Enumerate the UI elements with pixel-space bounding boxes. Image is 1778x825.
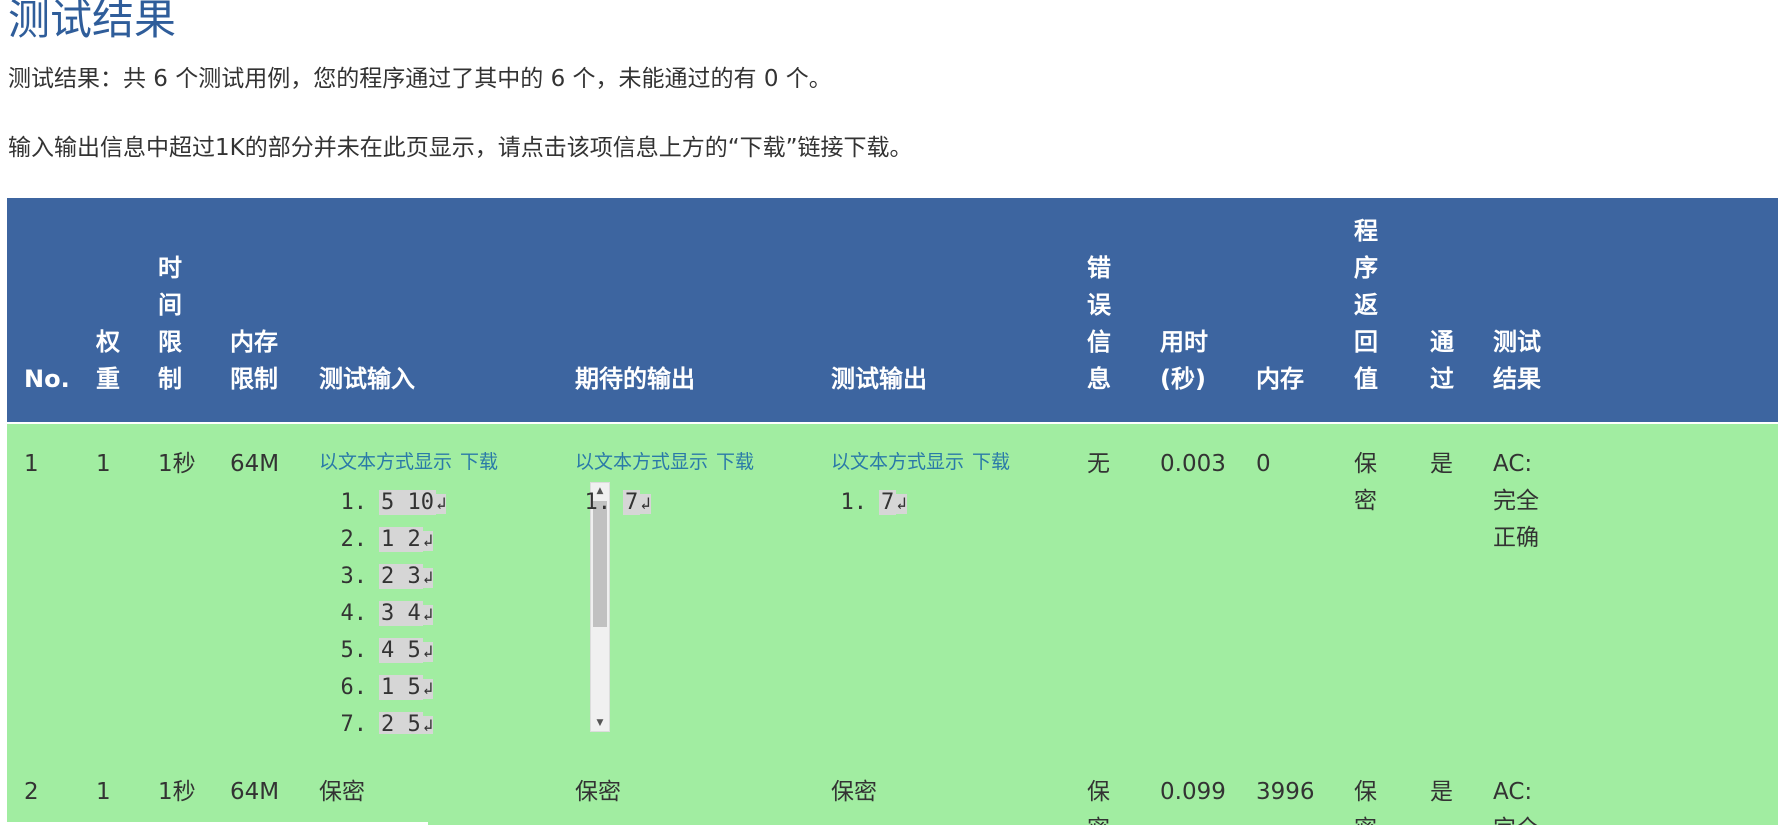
input-links: 以文本方式显示 下载	[319, 450, 498, 474]
line-text: 7	[879, 490, 897, 515]
cell-memory-limit: 64M	[230, 451, 280, 477]
cell-error: 无	[1087, 451, 1110, 477]
page-title: 测试结果	[8, 0, 177, 44]
line-number: 2.	[340, 527, 368, 552]
line-number: 1.	[584, 490, 612, 515]
line-text: 2 3	[379, 564, 423, 589]
code-line: 4. 3 4 ↲	[319, 595, 571, 632]
line-text: 1 5	[379, 675, 423, 700]
results-table: No. 权 重 时 间 限 制 内存 限制 测试输入 期待的输出 测试输出 错 …	[7, 198, 1778, 825]
header-test-output: 测试输出	[831, 365, 927, 393]
cell-test-input: 保密	[319, 779, 365, 805]
line-text: 7	[623, 490, 641, 515]
cell-memory: 3996	[1256, 779, 1315, 805]
input-code-box[interactable]: 1. 5 10 ↲ 2. 1 2 ↲ 3. 2 3 ↲ 4. 3 4 ↲ 5. 4 5 ↲ 6. 1 …	[319, 484, 571, 734]
code-line: 1. 7 ↲	[575, 484, 827, 521]
line-text: 3 4	[379, 601, 423, 626]
return-icon: ↲	[422, 642, 433, 662]
line-number: 5.	[340, 638, 368, 663]
cell-time-limit: 1秒	[158, 451, 196, 477]
line-text: 1 2	[379, 527, 423, 552]
code-line: 5. 4 5 ↲	[319, 632, 571, 669]
cell-weight: 1	[96, 451, 111, 477]
code-line: 7. 2 5 ↲	[319, 706, 571, 734]
cell-expected-output: 保密	[575, 779, 621, 805]
cell-time-used: 0.003	[1160, 451, 1226, 477]
line-number: 7.	[340, 712, 368, 734]
header-time-used: 用时 (秒)	[1160, 328, 1208, 393]
results-summary: 测试结果：共 6 个测试用例，您的程序通过了其中的 6 个，未能通过的有 0 个…	[8, 66, 832, 92]
code-line: 3. 2 3 ↲	[319, 558, 571, 595]
header-test-input: 测试输入	[319, 365, 415, 393]
code-line: 1. 7 ↲	[831, 484, 1083, 521]
output-code-box: 1. 7 ↲	[831, 484, 1083, 734]
show-as-text-link[interactable]: 以文本方式显示	[575, 451, 708, 473]
cell-return-value: 保 密	[1354, 451, 1377, 514]
cell-time-used: 0.099	[1160, 779, 1226, 805]
line-text: 4 5	[379, 638, 423, 663]
cell-result: AC: 完全 正确	[1493, 451, 1539, 551]
code-line: 1. 5 10 ↲	[319, 484, 571, 521]
show-as-text-link[interactable]: 以文本方式显示	[831, 451, 964, 473]
return-icon: ↲	[435, 494, 447, 514]
line-text: 2 5	[379, 712, 423, 734]
test-results-page: 测试结果 测试结果：共 6 个测试用例，您的程序通过了其中的 6 个，未能通过的…	[0, 0, 1778, 825]
expected-links: 以文本方式显示 下载	[575, 450, 754, 474]
cell-error: 保 密	[1087, 779, 1110, 825]
cell-test-output: 保密	[831, 779, 877, 805]
header-return-value: 程 序 返 回 值	[1354, 217, 1378, 393]
cell-memory: 0	[1256, 451, 1271, 477]
line-number: 1.	[840, 490, 868, 515]
header-weight: 权 重	[96, 328, 120, 393]
cell-weight: 1	[96, 779, 111, 805]
download-link[interactable]: 下载	[972, 451, 1010, 473]
header-result: 测试 结果	[1493, 328, 1541, 393]
line-number: 1.	[340, 490, 368, 515]
table-row: 1 1 1秒 64M 以文本方式显示 下载 1. 5 10 ↲ 2. 1 2 ↲ 3. 2 …	[7, 424, 1778, 752]
cell-return-value: 保 密	[1354, 779, 1377, 825]
line-number: 3.	[340, 564, 368, 589]
expected-code-box: 1. 7 ↲	[575, 484, 827, 734]
download-link[interactable]: 下载	[716, 451, 754, 473]
cell-result: AC: 完全	[1493, 779, 1539, 825]
header-memory-limit: 内存 限制	[230, 328, 278, 393]
return-icon: ↲	[896, 494, 907, 514]
download-link[interactable]: 下载	[460, 451, 498, 473]
line-text: 5 10	[379, 490, 436, 515]
return-icon: ↲	[422, 679, 433, 699]
header-memory: 内存	[1256, 365, 1304, 393]
table-header-row: No. 权 重 时 间 限 制 内存 限制 测试输入 期待的输出 测试输出 错 …	[7, 198, 1778, 422]
header-no: No.	[24, 365, 70, 393]
show-as-text-link[interactable]: 以文本方式显示	[319, 451, 452, 473]
return-icon: ↲	[422, 568, 433, 588]
output-links: 以文本方式显示 下载	[831, 450, 1010, 474]
cell-no: 1	[24, 451, 39, 477]
header-error-info: 错 误 信 息	[1087, 254, 1111, 393]
return-icon: ↲	[640, 494, 651, 514]
cell-passed: 是	[1430, 779, 1453, 805]
header-expected-output: 期待的输出	[575, 365, 695, 393]
table-row: 2 1 1秒 64M 保密 保密 保密 保 密 0.099 3996 保 密 是…	[7, 752, 1778, 825]
code-line: 2. 1 2 ↲	[319, 521, 571, 558]
line-number: 4.	[340, 601, 368, 626]
cell-time-limit: 1秒	[158, 779, 196, 805]
return-icon: ↲	[422, 531, 433, 551]
truncation-note: 输入输出信息中超过1K的部分并未在此页显示，请点击该项信息上方的“下载”链接下载…	[8, 135, 913, 161]
cell-memory-limit: 64M	[230, 779, 280, 805]
code-line: 6. 1 5 ↲	[319, 669, 571, 706]
header-passed: 通 过	[1430, 328, 1454, 393]
line-number: 6.	[340, 675, 368, 700]
return-icon: ↲	[422, 716, 433, 734]
cell-passed: 是	[1430, 451, 1453, 477]
cell-no: 2	[24, 779, 39, 805]
return-icon: ↲	[422, 605, 433, 625]
header-time-limit: 时 间 限 制	[158, 254, 182, 393]
